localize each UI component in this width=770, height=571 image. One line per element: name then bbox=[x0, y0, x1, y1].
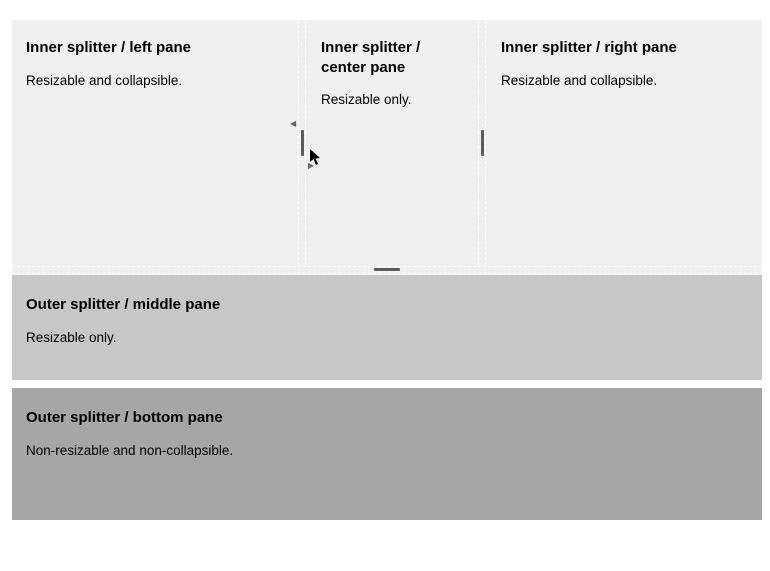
inner-splitbar-right[interactable] bbox=[477, 20, 487, 265]
outer-bottom-desc: Non-resizable and non-collapsible. bbox=[26, 442, 748, 461]
drag-handle-icon[interactable] bbox=[481, 130, 484, 156]
drag-handle-icon[interactable] bbox=[374, 268, 400, 271]
drag-handle-icon[interactable] bbox=[301, 130, 304, 156]
outer-top-pane: Inner splitter / left pane Resizable and… bbox=[12, 20, 762, 265]
inner-center-title: Inner splitter / center pane bbox=[321, 38, 463, 77]
outer-bottom-pane: Outer splitter / bottom pane Non-resizab… bbox=[12, 388, 762, 520]
inner-left-title: Inner splitter / left pane bbox=[26, 38, 283, 58]
outer-middle-pane: Outer splitter / middle pane Resizable o… bbox=[12, 275, 762, 380]
inner-right-desc: Resizable and collapsible. bbox=[501, 72, 748, 91]
outer-splitbar-top[interactable] bbox=[12, 265, 762, 275]
collapse-right-icon[interactable]: ▶ bbox=[308, 162, 314, 170]
inner-center-desc: Resizable only. bbox=[321, 91, 463, 110]
inner-left-pane: Inner splitter / left pane Resizable and… bbox=[12, 20, 297, 265]
inner-right-pane: Inner splitter / right pane Resizable an… bbox=[487, 20, 762, 265]
outer-bottom-title: Outer splitter / bottom pane bbox=[26, 408, 748, 428]
outer-middle-desc: Resizable only. bbox=[26, 329, 748, 348]
inner-center-pane: Inner splitter / center pane Resizable o… bbox=[307, 20, 477, 265]
outer-splitter: Inner splitter / left pane Resizable and… bbox=[12, 20, 762, 520]
outer-middle-title: Outer splitter / middle pane bbox=[26, 295, 748, 315]
inner-right-title: Inner splitter / right pane bbox=[501, 38, 748, 58]
inner-left-desc: Resizable and collapsible. bbox=[26, 72, 283, 91]
inner-splitbar-left[interactable]: ◀ ▶ bbox=[297, 20, 307, 265]
collapse-left-icon[interactable]: ◀ bbox=[290, 120, 296, 128]
outer-splitbar-bottom bbox=[12, 380, 762, 388]
